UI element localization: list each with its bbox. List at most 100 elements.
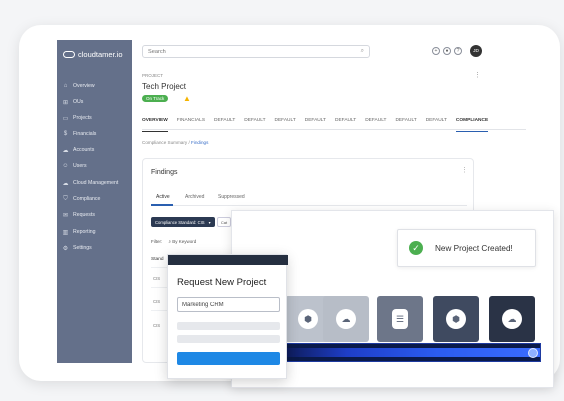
tab-overview[interactable]: OVERVIEW	[142, 116, 168, 132]
breadcrumb-parent[interactable]: Compliance Summary /	[142, 140, 191, 145]
tab-active[interactable]: Active	[156, 194, 170, 200]
tab-default[interactable]: DEFAULT	[365, 116, 386, 130]
project-tabs: OVERVIEW FINANCIALS DEFAULT DEFAULT DEFAULT D…	[142, 116, 526, 132]
notification-icon[interactable]: ●	[443, 47, 451, 55]
sidebar-item-label: Financials	[73, 131, 97, 137]
tab-default[interactable]: DEFAULT	[426, 116, 447, 130]
request-project-modal: Request New Project	[167, 254, 288, 379]
tile-cloud-gear: ☁	[489, 296, 535, 342]
sidebar-item-requests[interactable]: ✉ Requests	[62, 209, 132, 221]
tile-cubes: ⬢	[433, 296, 479, 342]
tab-default[interactable]: DEFAULT	[244, 116, 265, 130]
sidebar-item-financials[interactable]: $ Financials	[62, 128, 132, 140]
progress-knob	[528, 348, 538, 358]
sidebar: cloudtamer.io ⌂ Overview ⊞ OUs ▭ Projects $ Fin…	[57, 40, 132, 363]
project-label: PROJECT	[142, 73, 164, 78]
modal-header-bar	[168, 255, 288, 265]
tab-suppressed[interactable]: Suppressed	[218, 194, 245, 200]
filter-row: Filter: ⌕ By Keyword	[151, 239, 196, 244]
check-icon: ✓	[409, 241, 423, 255]
warning-icon[interactable]: ▲	[183, 94, 191, 103]
help-icon[interactable]: ?	[454, 47, 462, 55]
tab-archived[interactable]: Archived	[185, 194, 204, 200]
cube-icon: ⬢	[298, 309, 318, 329]
sidebar-item-label: Users	[73, 163, 87, 169]
avatar[interactable]: JD	[470, 45, 482, 57]
dollar-icon: $	[63, 131, 68, 137]
sidebar-item-compliance[interactable]: ⛉ Compliance	[62, 193, 132, 205]
sidebar-item-label: Cloud Management	[73, 180, 119, 186]
keyword-filter-label: By Keyword	[172, 239, 197, 244]
tab-default[interactable]: DEFAULT	[214, 116, 235, 130]
table-row[interactable]: CIS	[153, 323, 160, 328]
column-header-standard[interactable]: Stand	[151, 257, 164, 262]
document-icon: ☰	[392, 309, 408, 329]
cloud-gear-icon: ☁	[502, 309, 522, 329]
sidebar-item-settings[interactable]: ⚙ Settings	[62, 242, 132, 254]
page-title: Tech Project	[142, 82, 187, 91]
table-row[interactable]: CIS	[153, 276, 160, 281]
sidebar-item-label: Settings	[73, 245, 92, 251]
users-icon: ☺	[62, 163, 69, 169]
placeholder-field[interactable]	[177, 335, 280, 343]
project-name-input[interactable]	[178, 301, 278, 308]
toast-message: New Project Created!	[435, 243, 513, 253]
project-name-field[interactable]	[177, 297, 280, 312]
sidebar-item-label: Reporting	[73, 229, 96, 235]
more-options-icon[interactable]: ⋮	[474, 71, 481, 79]
sidebar-item-accounts[interactable]: ☁ Accounts	[62, 144, 132, 156]
search-icon[interactable]: ⌕	[361, 48, 364, 55]
cloud-gear-icon: ☁	[62, 180, 69, 187]
modal-title: Request New Project	[177, 277, 267, 288]
progress-bar	[282, 343, 541, 362]
tab-default[interactable]: DEFAULT	[395, 116, 416, 130]
compliance-standard-dropdown[interactable]: Compliance Standard: CIS ▾	[151, 217, 215, 227]
shield-icon: ⛉	[63, 195, 68, 202]
sidebar-item-projects[interactable]: ▭ Projects	[62, 112, 132, 124]
tab-default[interactable]: DEFAULT	[275, 116, 296, 130]
brand-name: cloudtamer.io	[78, 49, 123, 59]
sidebar-item-label: Overview	[73, 83, 95, 89]
sidebar-item-users[interactable]: ☺ Users	[62, 160, 132, 172]
cloud-logo-icon	[63, 50, 75, 58]
sidebar-item-reporting[interactable]: ▥ Reporting	[62, 226, 132, 238]
filter-label: Filter:	[151, 239, 163, 244]
tab-default[interactable]: DEFAULT	[305, 116, 326, 130]
sidebar-item-label: Projects	[73, 115, 92, 121]
sidebar-item-label: Accounts	[73, 147, 95, 153]
sidebar-item-label: Compliance	[73, 196, 101, 202]
breadcrumb-current[interactable]: Findings	[191, 140, 208, 145]
search-input[interactable]	[143, 48, 348, 55]
table-row[interactable]: CIS	[153, 299, 160, 304]
sidebar-item-cloud-management[interactable]: ☁ Cloud Management	[62, 177, 132, 189]
cloud-icon: ☁	[62, 147, 69, 154]
findings-title: Findings	[151, 169, 178, 176]
dropdown-label: Compliance Standard: CIS	[155, 219, 205, 225]
sidebar-item-overview[interactable]: ⌂ Overview	[62, 80, 132, 92]
folder-icon: ▭	[62, 115, 69, 122]
status-badge: On Track	[142, 95, 169, 102]
chevron-down-icon: ▾	[208, 219, 211, 225]
search-bar[interactable]: ⌕	[142, 45, 370, 58]
submit-button[interactable]	[177, 352, 280, 365]
add-icon[interactable]: +	[432, 47, 440, 55]
keyword-filter[interactable]: ⌕ By Keyword	[169, 239, 197, 244]
tab-default[interactable]: DEFAULT	[335, 116, 356, 130]
tile-cloud: ☁	[323, 296, 369, 342]
cloud-icon: ☁	[336, 309, 356, 329]
sidebar-item-label: OUs	[73, 99, 84, 105]
breadcrumb: Compliance Summary / Findings	[142, 140, 208, 145]
panel-options-icon[interactable]: ⋮	[461, 166, 468, 174]
org-icon: ⊞	[62, 99, 69, 106]
tile-document: ☰	[377, 296, 423, 342]
cubes-icon: ⬢	[446, 309, 466, 329]
brand-logo[interactable]: cloudtamer.io	[63, 48, 131, 60]
tab-financials[interactable]: FINANCIALS	[177, 116, 205, 130]
tab-compliance[interactable]: COMPLIANCE	[455, 116, 489, 132]
sidebar-item-ous[interactable]: ⊞ OUs	[62, 96, 132, 108]
gear-icon: ⚙	[62, 245, 69, 252]
category-dropdown[interactable]: Cat	[217, 217, 231, 227]
request-icon: ✉	[62, 212, 69, 219]
placeholder-field[interactable]	[177, 322, 280, 330]
success-toast: ✓ New Project Created!	[397, 229, 536, 267]
